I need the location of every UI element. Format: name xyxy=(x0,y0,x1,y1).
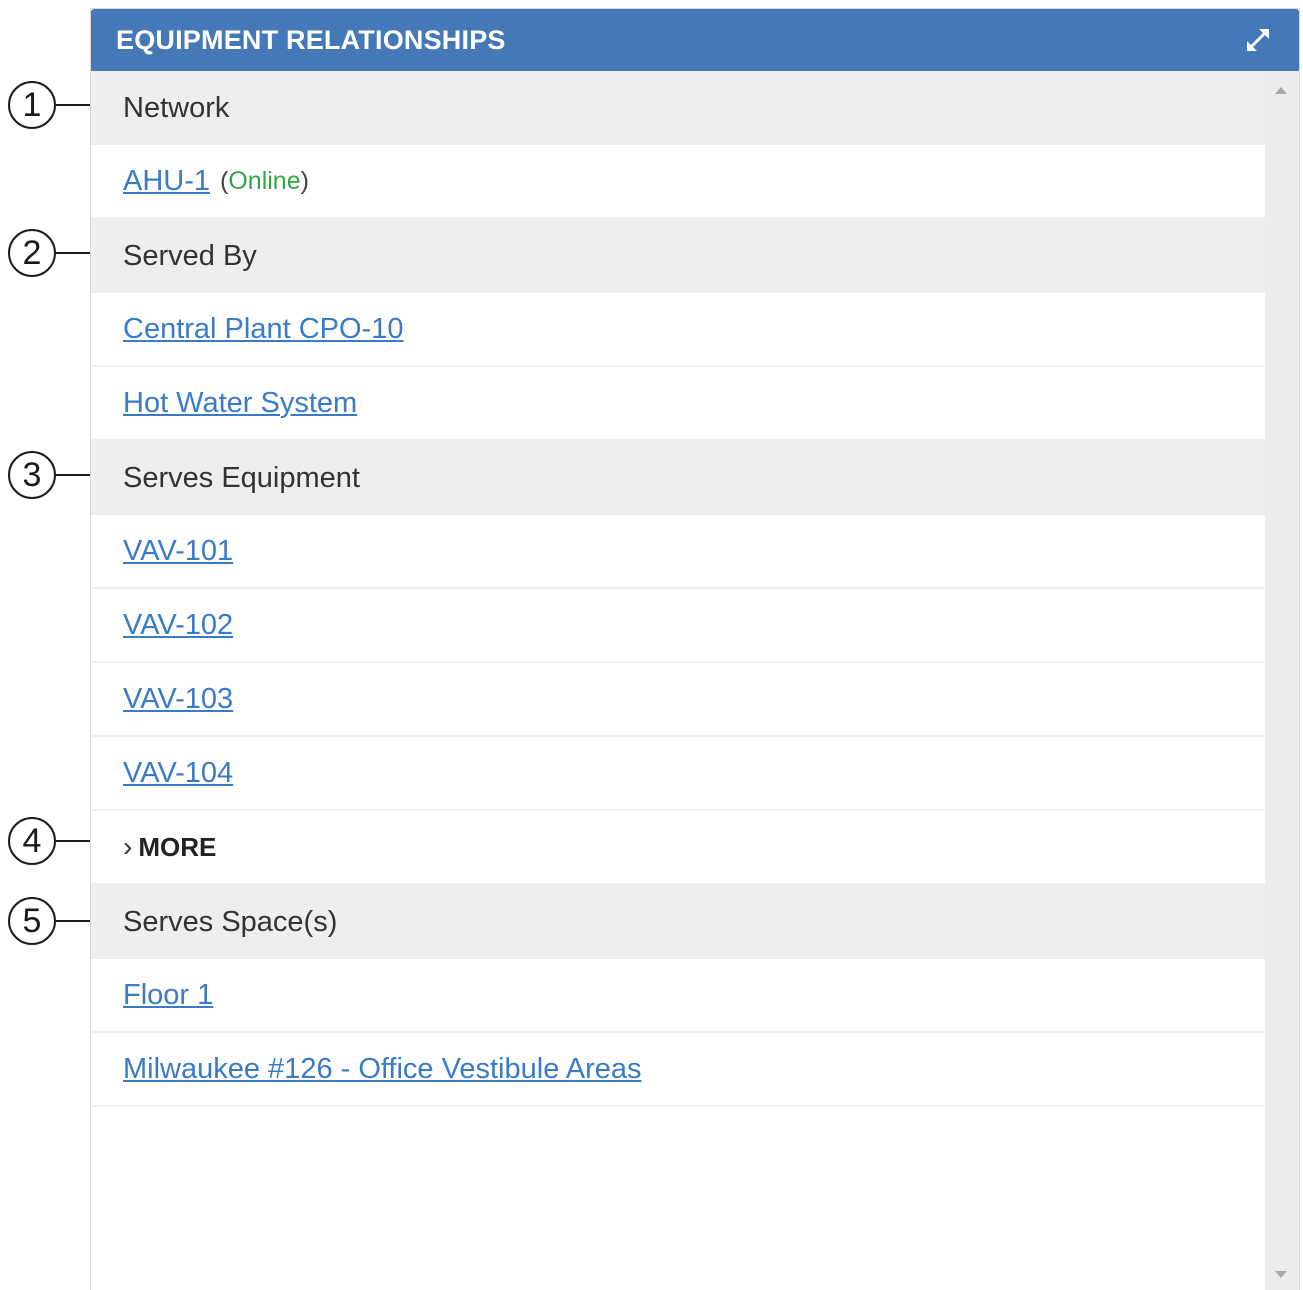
list-item: VAV-103 xyxy=(91,663,1265,737)
section-label: Served By xyxy=(123,239,257,272)
relationship-list: Network AHU-1 (Online) Served By Central… xyxy=(91,71,1265,1107)
callout-number: 5 xyxy=(8,897,56,945)
equipment-link-vav-104[interactable]: VAV-104 xyxy=(123,757,233,790)
equipment-link-vav-103[interactable]: VAV-103 xyxy=(123,683,233,716)
section-header-served-by: Served By xyxy=(91,219,1265,293)
chevron-right-icon: › xyxy=(123,831,133,862)
equipment-link-hot-water-system[interactable]: Hot Water System xyxy=(123,387,357,420)
scroll-up-arrow-icon[interactable] xyxy=(1275,87,1287,94)
section-header-serves-spaces: Serves Space(s) xyxy=(91,885,1265,959)
panel-body: Network AHU-1 (Online) Served By Central… xyxy=(91,71,1299,1290)
space-link-milwaukee-126[interactable]: Milwaukee #126 - Office Vestibule Areas xyxy=(123,1053,642,1086)
status-online-text: Online xyxy=(228,166,301,195)
vertical-scrollbar[interactable] xyxy=(1265,71,1299,1290)
callout-number: 2 xyxy=(8,229,56,277)
callout-number: 1 xyxy=(8,81,56,129)
equipment-link-ahu-1[interactable]: AHU-1 xyxy=(123,165,210,198)
list-item: Floor 1 xyxy=(91,959,1265,1033)
list-item: VAV-102 xyxy=(91,589,1265,663)
list-item: VAV-104 xyxy=(91,737,1265,811)
status-indicator: (Online) xyxy=(220,167,309,196)
more-button[interactable]: › MORE xyxy=(91,811,1265,885)
scroll-down-arrow-icon[interactable] xyxy=(1275,1271,1287,1278)
list-item: Central Plant CPO-10 xyxy=(91,293,1265,367)
equipment-relationships-panel: EQUIPMENT RELATIONSHIPS Network AHU-1 (O… xyxy=(90,8,1300,1290)
section-label: Serves Space(s) xyxy=(123,905,338,938)
equipment-link-vav-101[interactable]: VAV-101 xyxy=(123,535,233,568)
expand-arrows-icon[interactable] xyxy=(1241,23,1275,57)
section-label: Serves Equipment xyxy=(123,461,360,494)
equipment-link-central-plant[interactable]: Central Plant CPO-10 xyxy=(123,313,403,346)
callout-number: 4 xyxy=(8,817,56,865)
list-item: VAV-101 xyxy=(91,515,1265,589)
section-label: Network xyxy=(123,91,230,124)
section-header-network: Network xyxy=(91,71,1265,145)
list-item: AHU-1 (Online) xyxy=(91,145,1265,219)
space-link-floor-1[interactable]: Floor 1 xyxy=(123,979,213,1012)
status-paren-close: ) xyxy=(300,166,309,195)
section-header-serves-equipment: Serves Equipment xyxy=(91,441,1265,515)
panel-title: EQUIPMENT RELATIONSHIPS xyxy=(116,25,506,55)
callout-number: 3 xyxy=(8,451,56,499)
panel-header: EQUIPMENT RELATIONSHIPS xyxy=(91,9,1299,71)
list-item: Hot Water System xyxy=(91,367,1265,441)
list-item: Milwaukee #126 - Office Vestibule Areas xyxy=(91,1033,1265,1107)
more-label: MORE xyxy=(138,831,217,862)
equipment-link-vav-102[interactable]: VAV-102 xyxy=(123,609,233,642)
